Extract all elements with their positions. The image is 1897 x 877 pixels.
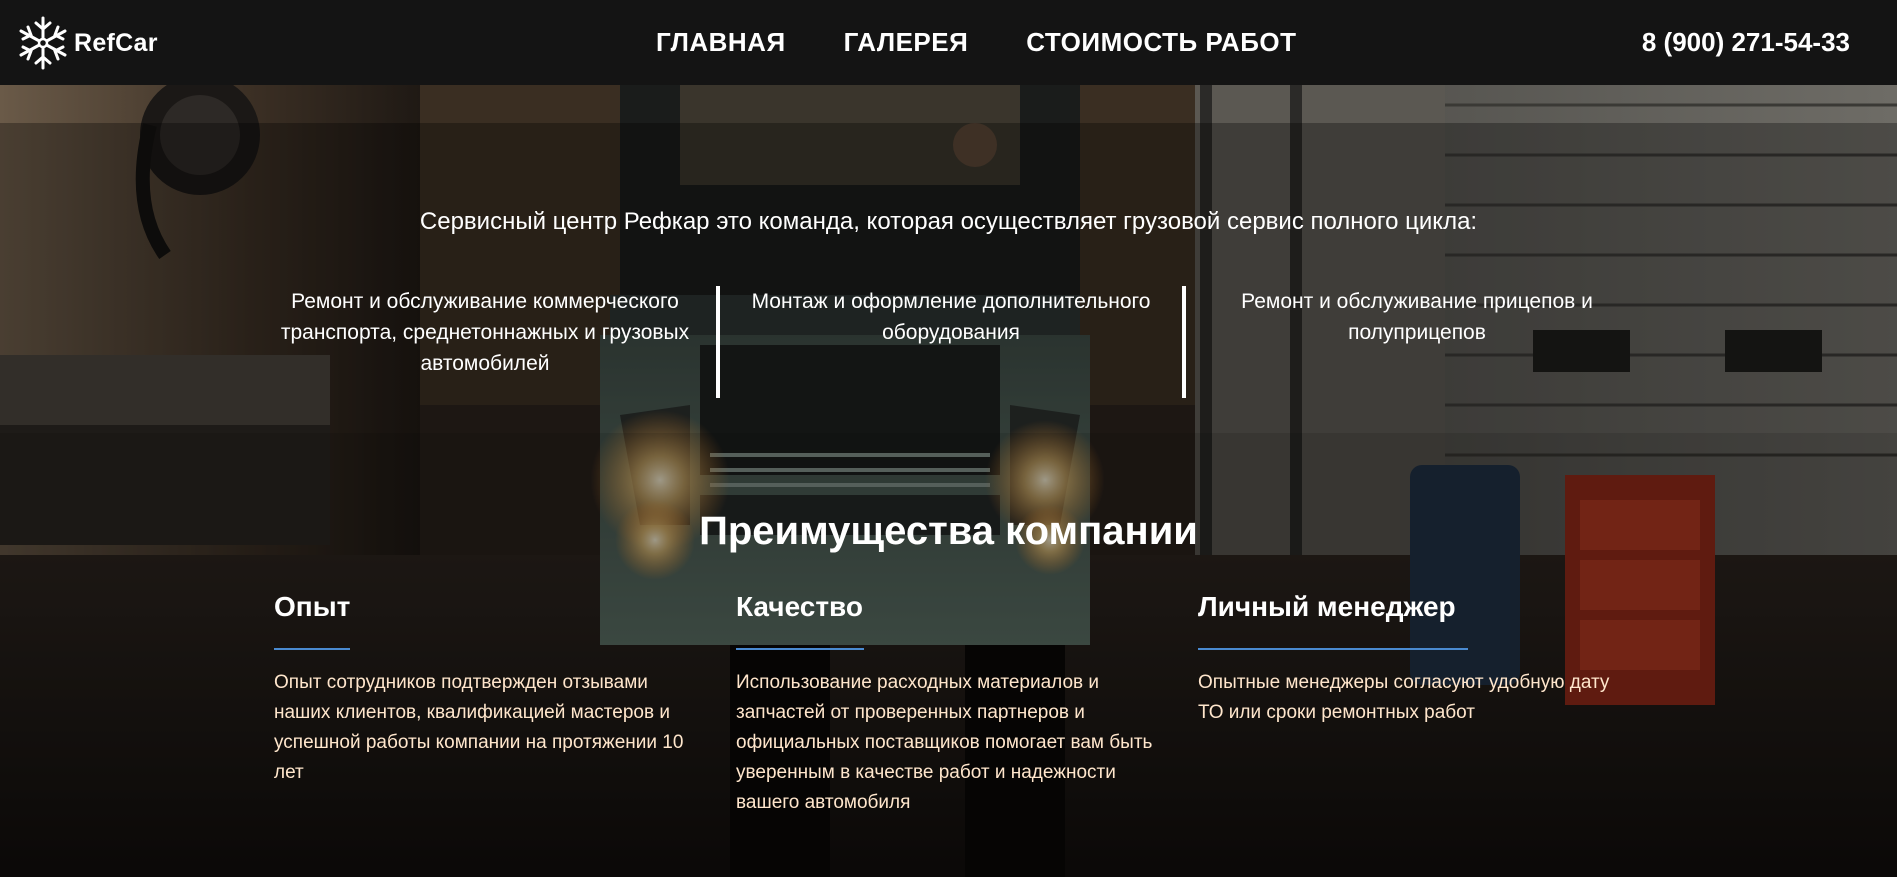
service-item: Ремонт и обслуживание прицепов и полупри… — [1241, 290, 1593, 344]
service-divider — [716, 286, 720, 398]
advantage-underline — [1198, 648, 1468, 650]
advantage-card: Качество Использование расходных материа… — [736, 586, 1158, 818]
site-header: RefCar ГЛАВНАЯ ГАЛЕРЕЯ СТОИМОСТЬ РАБОТ 8… — [0, 0, 1897, 85]
service-divider — [1182, 286, 1186, 398]
nav-link-prices[interactable]: СТОИМОСТЬ РАБОТ — [1026, 24, 1296, 60]
advantage-text: Опытные менеджеры согласуют удобную дату… — [1198, 672, 1610, 723]
service-item: Ремонт и обслуживание коммерческого тран… — [280, 290, 690, 375]
advantage-title: Опыт — [274, 591, 351, 622]
logo[interactable]: RefCar — [18, 15, 158, 71]
services-list: Ремонт и обслуживание коммерческого тран… — [255, 286, 1647, 398]
phone-link[interactable]: 8 (900) 271-54-33 — [1642, 24, 1850, 60]
advantage-card: Опыт Опыт сотрудников подтвержден отзыва… — [274, 586, 696, 818]
advantage-title: Личный менеджер — [1198, 591, 1456, 622]
intro-text: Сервисный центр Рефкар это команда, кото… — [419, 208, 1478, 235]
advantages-grid: Опыт Опыт сотрудников подтвержден отзыва… — [274, 586, 1660, 818]
snowflake-icon — [19, 16, 67, 70]
advantage-title: Качество — [736, 591, 863, 622]
main-nav: ГЛАВНАЯ ГАЛЕРЕЯ СТОИМОСТЬ РАБОТ — [656, 24, 1355, 60]
service-item: Монтаж и оформление дополнительного обор… — [751, 290, 1151, 344]
nav-link-home[interactable]: ГЛАВНАЯ — [656, 24, 786, 60]
advantages-title: Преимущества компании — [699, 509, 1198, 553]
logo-text: RefCar — [74, 28, 158, 57]
advantage-text: Использование расходных материалов и зап… — [736, 672, 1153, 813]
nav-link-gallery[interactable]: ГАЛЕРЕЯ — [844, 24, 969, 60]
advantage-underline — [736, 648, 864, 650]
advantage-underline — [274, 648, 350, 650]
advantage-text: Опыт сотрудников подтвержден отзывами на… — [274, 672, 684, 783]
advantage-card: Личный менеджер Опытные менеджеры соглас… — [1198, 586, 1620, 818]
